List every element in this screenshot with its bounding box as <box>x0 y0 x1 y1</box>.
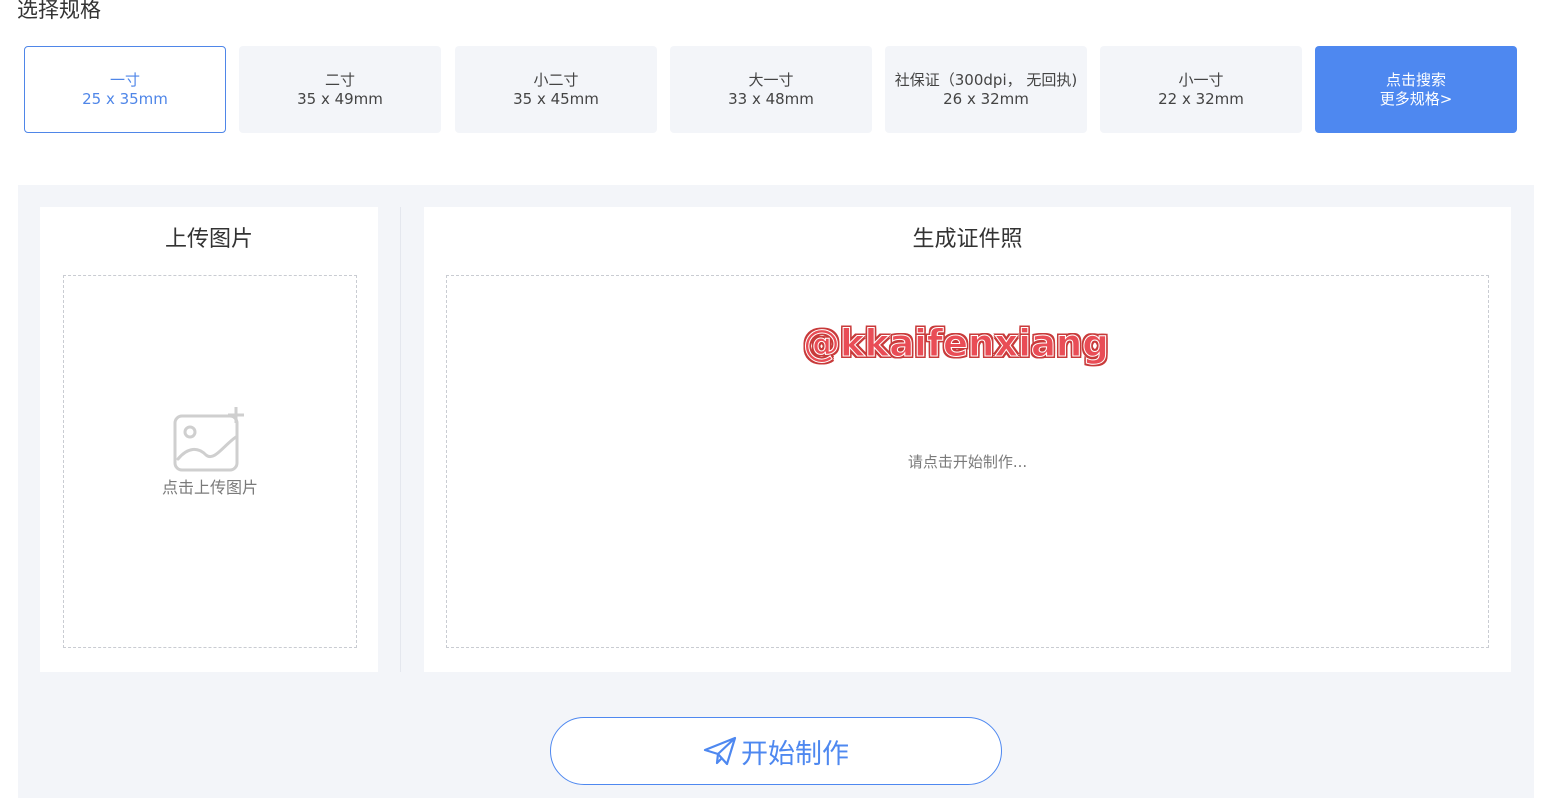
result-panel-title: 生成证件照 <box>912 227 1023 252</box>
spec-option-1cun[interactable]: 一寸 25 x 35mm <box>24 46 226 133</box>
spec-name: 社保证（300dpi， 无回执) <box>894 70 1078 89</box>
more-specs-line2: 更多规格> <box>1379 89 1453 108</box>
start-button-label: 开始制作 <box>741 738 849 770</box>
spec-name: 一寸 <box>109 70 140 89</box>
spec-size: 26 x 32mm <box>943 89 1029 108</box>
upload-panel-title: 上传图片 <box>164 227 253 252</box>
more-specs-button[interactable]: 点击搜索 更多规格> <box>1315 46 1517 133</box>
result-panel: 生成证件照 @kkaifenxiang 请点击开始制作... <box>424 207 1511 672</box>
upload-hint: 点击上传图片 <box>161 478 258 497</box>
upload-panel: 上传图片 点击上传图片 <box>40 207 378 672</box>
image-add-icon <box>173 407 244 472</box>
watermark-text: @kkaifenxiang <box>803 322 1110 366</box>
spec-size: 25 x 35mm <box>82 89 168 108</box>
spec-size: 22 x 32mm <box>1158 89 1244 108</box>
workspace: 上传图片 点击上传图片 生成证件照 @kkaifenxiang 请点击开始制作.… <box>18 185 1534 798</box>
upload-dropzone[interactable]: 点击上传图片 <box>63 275 357 648</box>
result-hint: 请点击开始制作... <box>907 453 1028 471</box>
spec-size: 35 x 45mm <box>513 89 599 108</box>
result-preview: @kkaifenxiang 请点击开始制作... <box>446 275 1489 648</box>
section-title: 选择规格 <box>17 0 101 22</box>
spec-name: 小一寸 <box>1178 70 1224 89</box>
spec-option-large-1cun[interactable]: 大一寸 33 x 48mm <box>670 46 872 133</box>
spec-option-2cun[interactable]: 二寸 35 x 49mm <box>239 46 441 133</box>
spec-name: 二寸 <box>324 70 355 89</box>
spec-option-small-2cun[interactable]: 小二寸 35 x 45mm <box>455 46 657 133</box>
spec-name: 大一寸 <box>748 70 794 89</box>
spec-option-small-1cun[interactable]: 小一寸 22 x 32mm <box>1100 46 1302 133</box>
spec-size: 33 x 48mm <box>728 89 814 108</box>
start-button[interactable]: 开始制作 <box>550 717 1002 785</box>
spec-size: 35 x 49mm <box>297 89 383 108</box>
more-specs-line1: 点击搜索 <box>1385 70 1446 89</box>
spec-name: 小二寸 <box>533 70 579 89</box>
paper-plane-icon <box>703 736 737 766</box>
spec-option-social-security[interactable]: 社保证（300dpi， 无回执) 26 x 32mm <box>885 46 1087 133</box>
panel-divider <box>400 207 401 672</box>
